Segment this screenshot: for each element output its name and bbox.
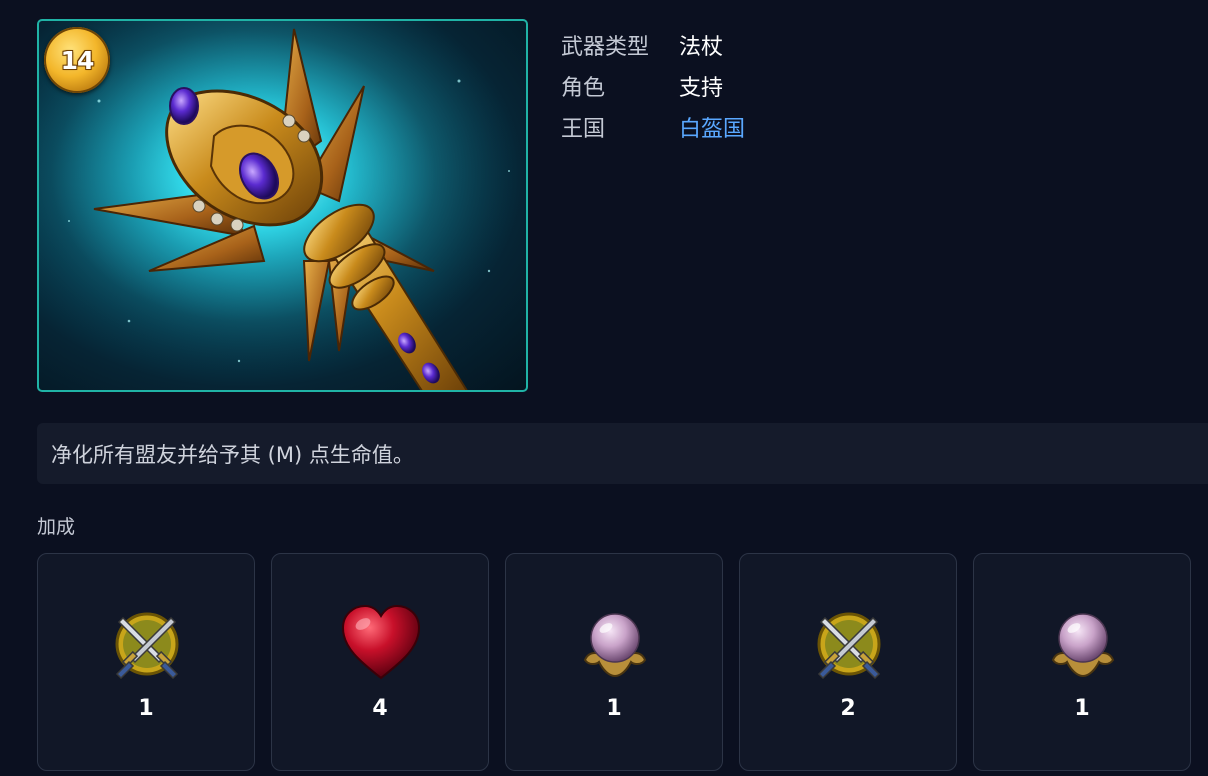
bonus-count: 4 (372, 696, 388, 721)
level-value: 14 (60, 45, 95, 75)
hero-weapon-page: 14 武器类型 法杖 角色 支持 王国 白盔国 净化所有盟友并给予其 (M) 点… (0, 0, 1208, 776)
bonus-count: 1 (1074, 696, 1090, 721)
crystal-orb-icon (1051, 613, 1115, 678)
info-row-role: 角色 支持 (561, 65, 745, 106)
level-badge: 14 (44, 27, 110, 93)
info-row-weapon-type: 武器类型 法杖 (561, 24, 745, 65)
role-label: 角色 (561, 75, 606, 101)
bonuses-title: 加成 (37, 516, 76, 538)
crossed-swords-icon (115, 612, 179, 680)
weapon-type-value: 法杖 (679, 34, 724, 60)
description-text: 净化所有盟友并给予其 (M) 点生命值。 (51, 442, 414, 467)
weapon-type-label: 武器类型 (561, 34, 650, 60)
bonus-count: 1 (138, 696, 154, 721)
role-value: 支持 (679, 75, 724, 101)
bonus-count: 2 (840, 696, 856, 721)
bonuses-list: 1 4 1 2 1 (37, 553, 1191, 771)
item-image-card (37, 19, 528, 392)
bonus-card-attack[interactable]: 1 (37, 553, 255, 771)
bonus-card-attack[interactable]: 2 (739, 553, 957, 771)
info-row-kingdom: 王国 白盔国 (561, 106, 745, 147)
bonus-card-health[interactable]: 4 (271, 553, 489, 771)
kingdom-link[interactable]: 白盔国 (679, 111, 745, 143)
bonus-card-magic[interactable]: 1 (505, 553, 723, 771)
golden-staff-icon (39, 21, 526, 390)
crystal-orb-icon (583, 613, 647, 678)
bonus-count: 1 (606, 696, 622, 721)
heart-icon (341, 604, 421, 680)
crossed-swords-icon (817, 612, 881, 680)
weapon-description: 净化所有盟友并给予其 (M) 点生命值。 (37, 423, 1208, 484)
kingdom-label: 王国 (561, 116, 606, 142)
bonus-card-magic[interactable]: 1 (973, 553, 1191, 771)
weapon-info-table: 武器类型 法杖 角色 支持 王国 白盔国 (561, 24, 745, 147)
